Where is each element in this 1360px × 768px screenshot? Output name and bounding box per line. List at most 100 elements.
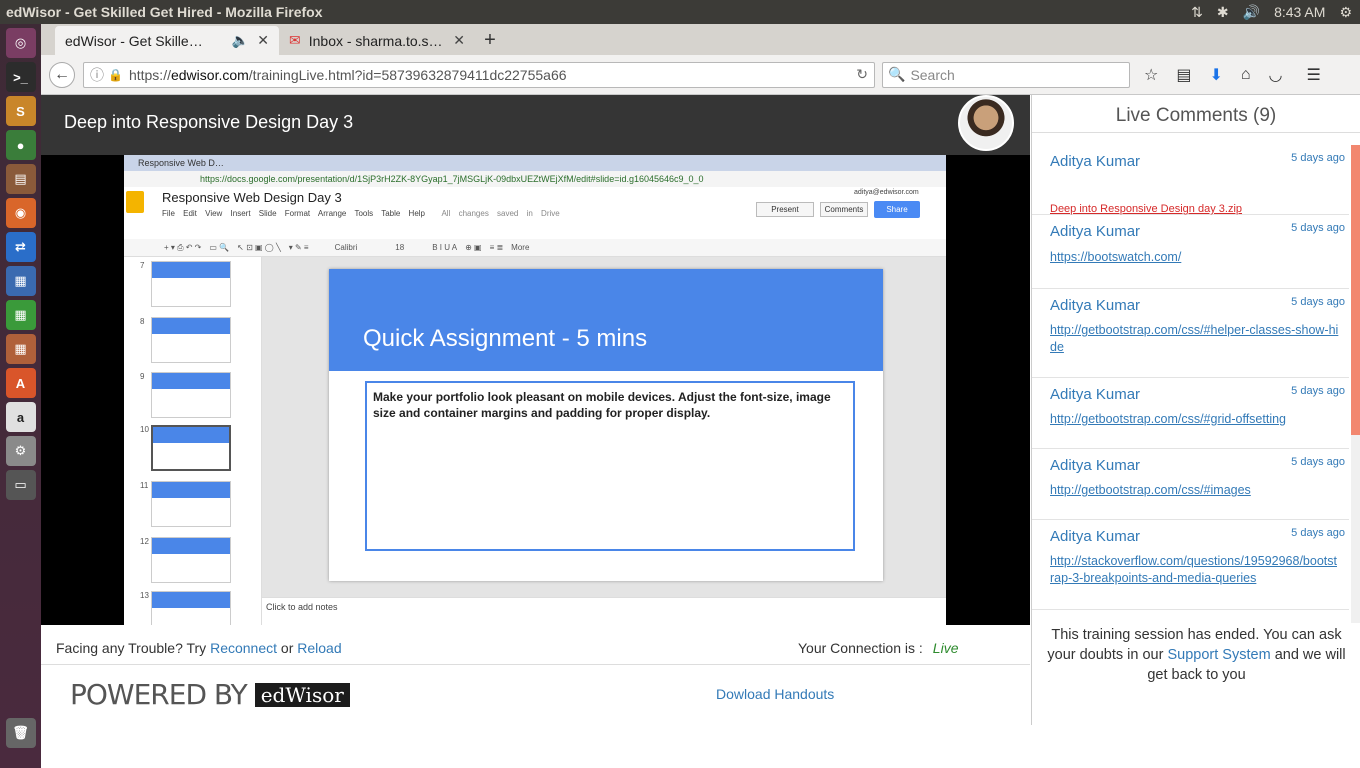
comment-time: 5 days ago [1291,456,1345,468]
current-slide: Quick Assignment - 5 mins Make your port… [329,269,883,581]
shared-screen: Responsive Web D… https://docs.google.co… [124,155,946,625]
comment-link[interactable]: http://stackoverflow.com/questions/19592… [1050,553,1340,587]
comment-link[interactable]: http://getbootstrap.com/css/#grid-offset… [1050,411,1340,428]
bluetooth-icon[interactable]: ✱ [1217,4,1229,21]
reload-link[interactable]: Reload [297,640,341,656]
page-content: Deep into Responsive Design Day 3 Respon… [41,95,1360,768]
tab-label: edWisor - Get Skille… [65,32,203,49]
trouble-bar: Facing any Trouble? Try Reconnect or Rel… [41,625,1030,665]
reconnect-link[interactable]: Reconnect [210,640,277,656]
support-system-link[interactable]: Support System [1167,647,1270,663]
shared-chrome-url: https://docs.google.com/presentation/d/1… [124,171,946,187]
url-path: /trainingLive.html?id=58739632879411dc22… [248,66,567,83]
firefox-icon[interactable]: ◉ [5,198,36,228]
tab-edwisor[interactable]: edWisor - Get Skille… 🔈 ✕ [55,26,279,55]
system-tray: ⇅ ✱ 🔊 8:43 AM ⚙ [1191,4,1360,21]
volume-icon[interactable]: 🔊 [1243,4,1260,21]
new-tab-button[interactable]: + [475,26,505,55]
trash-icon[interactable]: 🗑 [5,718,36,748]
reload-icon[interactable]: ↻ [856,66,868,83]
comments-scrollbar[interactable] [1351,145,1360,623]
terminal-icon[interactable]: >_ [5,62,36,92]
search-bar[interactable]: 🔍 Search [882,61,1130,88]
settings-gear-icon[interactable]: ⚙ [1339,4,1352,21]
search-icon: 🔍 [888,66,906,82]
comment-list[interactable]: Aditya Kumar 5 days ago Deep into Respon… [1032,145,1349,623]
comment-link[interactable]: http://getbootstrap.com/css/#images [1050,482,1340,499]
comment-link[interactable]: http://getbootstrap.com/css/#helper-clas… [1050,322,1340,356]
home-icon[interactable]: ⌂ [1241,66,1251,84]
live-comments-heading: Live Comments (9) [1032,95,1360,133]
comment-time: 5 days ago [1291,527,1345,539]
system-settings-icon[interactable]: ⚙ [5,436,36,466]
teamviewer-icon[interactable]: ⇄ [5,232,36,262]
reading-list-icon[interactable]: ▤ [1176,65,1191,85]
comments-button: Comments [820,202,868,217]
comment-author[interactable]: Aditya Kumar [1050,457,1140,474]
slides-menus: File Edit View Insert Slide Format Arran… [162,209,560,218]
files-icon[interactable]: ▤ [5,164,36,194]
search-placeholder: Search [910,66,955,83]
comment-item: Aditya Kumar 5 days ago Deep into Respon… [1032,145,1349,215]
comment-author[interactable]: Aditya Kumar [1050,223,1140,240]
edwisor-brand: edWisor [254,682,350,707]
instructor-avatar [958,95,1014,151]
slide-stage: Quick Assignment - 5 mins Make your port… [262,257,946,597]
live-comments-panel: Live Comments (9) Aditya Kumar 5 days ag… [1031,95,1360,725]
download-icon[interactable]: ⬇ [1209,65,1222,85]
comments-scrollbar-thumb[interactable] [1351,145,1360,435]
trouble-text: Facing any Trouble? Try Reconnect or Rel… [56,640,342,656]
audio-icon[interactable]: 🔈 [232,32,249,49]
slide-thumbnail [151,317,231,363]
network-icon[interactable]: ⇅ [1191,4,1203,21]
comment-item: Aditya Kumar 5 days ago http://getbootst… [1032,449,1349,520]
slide-title: Quick Assignment - 5 mins [363,325,648,352]
drive-icon[interactable]: ▭ [5,470,36,500]
present-button: Present [756,202,814,217]
tab-inbox[interactable]: ✉ Inbox - sharma.to.s… ✕ [279,26,475,55]
comment-author[interactable]: Aditya Kumar [1050,528,1140,545]
video-player[interactable]: Responsive Web D… https://docs.google.co… [41,155,1030,625]
download-handouts-link[interactable]: Dowload Handouts [716,686,834,702]
bookmark-star-icon[interactable]: ☆ [1144,65,1158,85]
back-button[interactable]: ← [49,61,75,88]
clock[interactable]: 8:43 AM [1274,4,1325,20]
comment-author[interactable]: Aditya Kumar [1050,297,1140,314]
close-tab-icon[interactable]: ✕ [257,32,269,49]
slides-header: Responsive Web Design Day 3 File Edit Vi… [124,187,946,239]
os-top-bar: edWisor - Get Skilled Get Hired - Mozill… [0,0,1360,24]
slide-thumbnail-selected [151,425,231,471]
browser-tab-bar: edWisor - Get Skille… 🔈 ✕ ✉ Inbox - shar… [41,24,1360,55]
software-center-icon[interactable]: A [5,368,36,398]
writer-icon[interactable]: ▦ [5,266,36,296]
share-button: Share [874,201,920,218]
slide-thumbnail [151,537,231,583]
chrome-icon[interactable]: ● [5,130,36,160]
comment-item: Aditya Kumar 5 days ago https://bootswat… [1032,215,1349,289]
comment-author[interactable]: Aditya Kumar [1050,153,1140,170]
footer: POWERED BY edWisor Dowload Handouts [41,665,1030,725]
comment-time: 5 days ago [1291,152,1345,164]
connection-live-status: Live [932,640,959,656]
info-icon[interactable]: ⓘ [90,65,104,85]
comment-link[interactable]: https://bootswatch.com/ [1050,249,1340,266]
close-tab-icon[interactable]: ✕ [453,32,465,49]
slide-thumbnail [151,591,231,625]
pocket-icon[interactable]: ◡ [1269,65,1283,85]
slide-thumbnail [151,372,231,418]
speaker-notes: Click to add notes [262,597,946,625]
comment-author[interactable]: Aditya Kumar [1050,386,1140,403]
connection-status: Your Connection is : Live [798,640,959,656]
comment-item: Aditya Kumar 5 days ago http://getbootst… [1032,378,1349,449]
sublime-icon[interactable]: S [5,96,36,126]
slides-toolbar: + ▾ ⎙ ↶ ↷ ▭ 🔍 ↖ ⊡ ▣ ◯ ╲ ▾ ✎ ≡ Calibri 18 B … [124,239,946,257]
gmail-icon: ✉ [289,32,301,48]
dash-icon[interactable]: ◎ [5,28,36,58]
menu-icon[interactable]: ☰ [1307,65,1321,85]
calc-icon[interactable]: ▦ [5,300,36,330]
slide-textbox: Make your portfolio look pleasant on mob… [365,381,855,551]
window-title: edWisor - Get Skilled Get Hired - Mozill… [6,4,323,20]
impress-icon[interactable]: ▦ [5,334,36,364]
amazon-icon[interactable]: a [5,402,36,432]
url-bar[interactable]: ⓘ 🔒 https://edwisor.com/trainingLive.htm… [83,61,875,88]
